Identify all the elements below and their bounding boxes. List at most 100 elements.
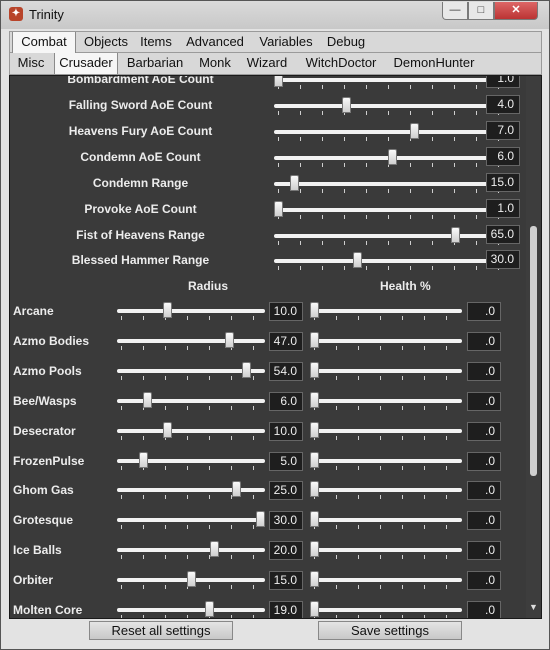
slider-thumb[interactable] [388,149,397,165]
slider-thumb[interactable] [342,97,351,113]
health-slider[interactable] [310,421,462,441]
tab-crusader[interactable]: Crusader [54,53,118,74]
tab-variables[interactable]: Variables [256,32,316,53]
radius-slider[interactable] [117,301,265,321]
slider-thumb[interactable] [274,201,283,217]
health-value[interactable]: .0 [467,332,501,351]
slider-thumb[interactable] [310,452,319,468]
radius-value[interactable]: 6.0 [269,392,303,411]
slider-thumb[interactable] [242,362,251,378]
radius-value[interactable]: 10.0 [269,422,303,441]
health-value[interactable]: .0 [467,362,501,381]
health-slider[interactable] [310,451,462,471]
tab-wizard[interactable]: Wizard [242,53,292,74]
slider-thumb[interactable] [205,601,214,617]
health-value[interactable]: .0 [467,571,501,590]
crusader-setting-value[interactable]: 6.0 [486,147,520,166]
slider-thumb[interactable] [310,362,319,378]
health-slider[interactable] [310,480,462,500]
slider-thumb[interactable] [225,332,234,348]
vertical-scrollbar[interactable]: ▲ ▼ [526,76,541,618]
radius-slider[interactable] [117,570,265,590]
slider-thumb[interactable] [210,541,219,557]
health-slider[interactable] [310,540,462,560]
tab-combat[interactable]: Combat [12,32,76,53]
crusader-setting-slider[interactable] [274,226,510,246]
health-slider[interactable] [310,510,462,530]
crusader-setting-value[interactable]: 65.0 [486,225,520,244]
health-value[interactable]: .0 [467,541,501,560]
radius-value[interactable]: 54.0 [269,362,303,381]
health-value[interactable]: .0 [467,422,501,441]
tab-misc[interactable]: Misc [12,53,50,74]
radius-value[interactable]: 20.0 [269,541,303,560]
health-slider[interactable] [310,301,462,321]
health-slider[interactable] [310,361,462,381]
radius-slider[interactable] [117,480,265,500]
radius-value[interactable]: 25.0 [269,481,303,500]
health-value[interactable]: .0 [467,302,501,321]
health-value[interactable]: .0 [467,601,501,618]
tab-witchdoctor[interactable]: WitchDoctor [298,53,384,74]
slider-thumb[interactable] [256,511,265,527]
radius-value[interactable]: 10.0 [269,302,303,321]
slider-thumb[interactable] [310,481,319,497]
crusader-setting-value[interactable]: 30.0 [486,250,520,269]
radius-value[interactable]: 19.0 [269,601,303,618]
scrollbar-thumb[interactable] [530,226,537,476]
radius-value[interactable]: 30.0 [269,511,303,530]
minimize-icon[interactable]: — [442,2,468,20]
slider-thumb[interactable] [143,392,152,408]
health-slider[interactable] [310,600,462,618]
slider-thumb[interactable] [310,601,319,617]
radius-value[interactable]: 15.0 [269,571,303,590]
slider-thumb[interactable] [310,571,319,587]
slider-thumb[interactable] [187,571,196,587]
radius-slider[interactable] [117,451,265,471]
radius-slider[interactable] [117,540,265,560]
crusader-setting-value[interactable]: 1.0 [486,76,520,88]
save-settings-button[interactable]: Save settings [318,621,462,640]
crusader-setting-value[interactable]: 4.0 [486,95,520,114]
radius-slider[interactable] [117,510,265,530]
crusader-setting-slider[interactable] [274,96,510,116]
crusader-setting-slider[interactable] [274,76,510,90]
crusader-setting-slider[interactable] [274,122,510,142]
close-icon[interactable]: ✕ [494,2,538,20]
tab-objects[interactable]: Objects [76,32,136,53]
crusader-setting-value[interactable]: 15.0 [486,173,520,192]
scroll-down-icon[interactable]: ▼ [529,602,538,612]
health-value[interactable]: .0 [467,481,501,500]
tab-demonhunter[interactable]: DemonHunter [390,53,478,74]
slider-thumb[interactable] [310,541,319,557]
slider-thumb[interactable] [353,252,362,268]
slider-thumb[interactable] [310,332,319,348]
radius-value[interactable]: 47.0 [269,332,303,351]
radius-slider[interactable] [117,361,265,381]
slider-thumb[interactable] [451,227,460,243]
tab-items[interactable]: Items [138,32,174,53]
tab-monk[interactable]: Monk [194,53,236,74]
crusader-setting-slider[interactable] [274,174,510,194]
crusader-setting-slider[interactable] [274,251,510,271]
radius-slider[interactable] [117,421,265,441]
slider-thumb[interactable] [163,422,172,438]
tab-debug[interactable]: Debug [324,32,368,53]
health-value[interactable]: .0 [467,511,501,530]
slider-thumb[interactable] [310,422,319,438]
health-slider[interactable] [310,570,462,590]
radius-slider[interactable] [117,391,265,411]
slider-thumb[interactable] [410,123,419,139]
health-value[interactable]: .0 [467,392,501,411]
crusader-setting-slider[interactable] [274,200,510,220]
slider-thumb[interactable] [290,175,299,191]
reset-all-settings-button[interactable]: Reset all settings [89,621,233,640]
slider-thumb[interactable] [232,481,241,497]
tab-advanced[interactable]: Advanced [184,32,246,53]
slider-thumb[interactable] [310,302,319,318]
radius-value[interactable]: 5.0 [269,452,303,471]
radius-slider[interactable] [117,331,265,351]
crusader-setting-slider[interactable] [274,148,510,168]
crusader-setting-value[interactable]: 7.0 [486,121,520,140]
slider-thumb[interactable] [139,452,148,468]
